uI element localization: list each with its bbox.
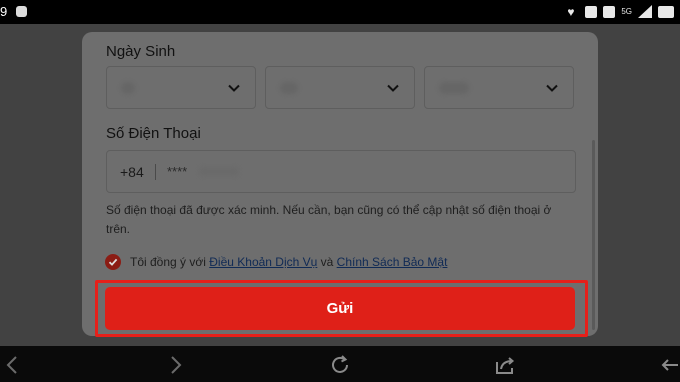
status-bar: 9 ♥ 5G [0,0,680,24]
battery-icon [658,5,674,18]
back-arrow-icon[interactable] [2,354,24,376]
phone-label: Số Điện Thoại [106,125,201,142]
modal-scrollbar[interactable] [592,140,595,330]
alarm-icon [585,5,598,18]
phone-divider [155,164,156,180]
dob-day-value-blurred [121,82,135,94]
dob-month-select[interactable] [265,66,415,109]
terms-agreement: Tôi đồng ý với Điều Khoản Dịch Vụ và Chí… [105,252,447,272]
submit-button[interactable]: Gửi [105,287,575,330]
phone-field[interactable]: +84 **** [106,150,576,193]
chevron-down-icon [545,81,559,95]
dob-day-select[interactable] [106,66,256,109]
agree-text: Tôi đồng ý với Điều Khoản Dịch Vụ và Chí… [130,255,447,269]
phone-verified-note: Số điện thoại đã được xác minh. Nếu cần,… [106,203,552,236]
privacy-link[interactable]: Chính Sách Bảo Mật [337,255,448,269]
dob-year-select[interactable] [424,66,574,109]
agree-prefix: Tôi đồng ý với [130,255,210,269]
agree-checkbox[interactable] [105,254,121,270]
heart-icon: ♥ [567,4,575,19]
exit-icon[interactable] [658,354,680,376]
reload-icon[interactable] [329,354,351,376]
dob-year-value-blurred [439,82,469,94]
browser-toolbar [0,346,680,382]
share-icon[interactable] [494,354,516,376]
signal-icon [638,5,652,18]
phone-value: **** [167,164,188,179]
phone-country-prefix: +84 [120,164,144,180]
dob-month-value-blurred [280,82,298,94]
forward-arrow-icon[interactable] [164,354,186,376]
status-icons: ♥ 5G [567,5,674,18]
chevron-down-icon [227,81,241,95]
phone-value-blurred [199,167,239,176]
terms-link[interactable]: Điều Khoản Dịch Vụ [209,255,317,269]
mute-icon [603,5,616,18]
check-icon [108,258,118,266]
agree-and: và [317,255,337,269]
status-time: 9 [0,4,8,19]
dob-label: Ngày Sinh [106,43,176,60]
network-badge: 5G [621,7,632,16]
app-icon [16,6,27,17]
chevron-down-icon [386,81,400,95]
